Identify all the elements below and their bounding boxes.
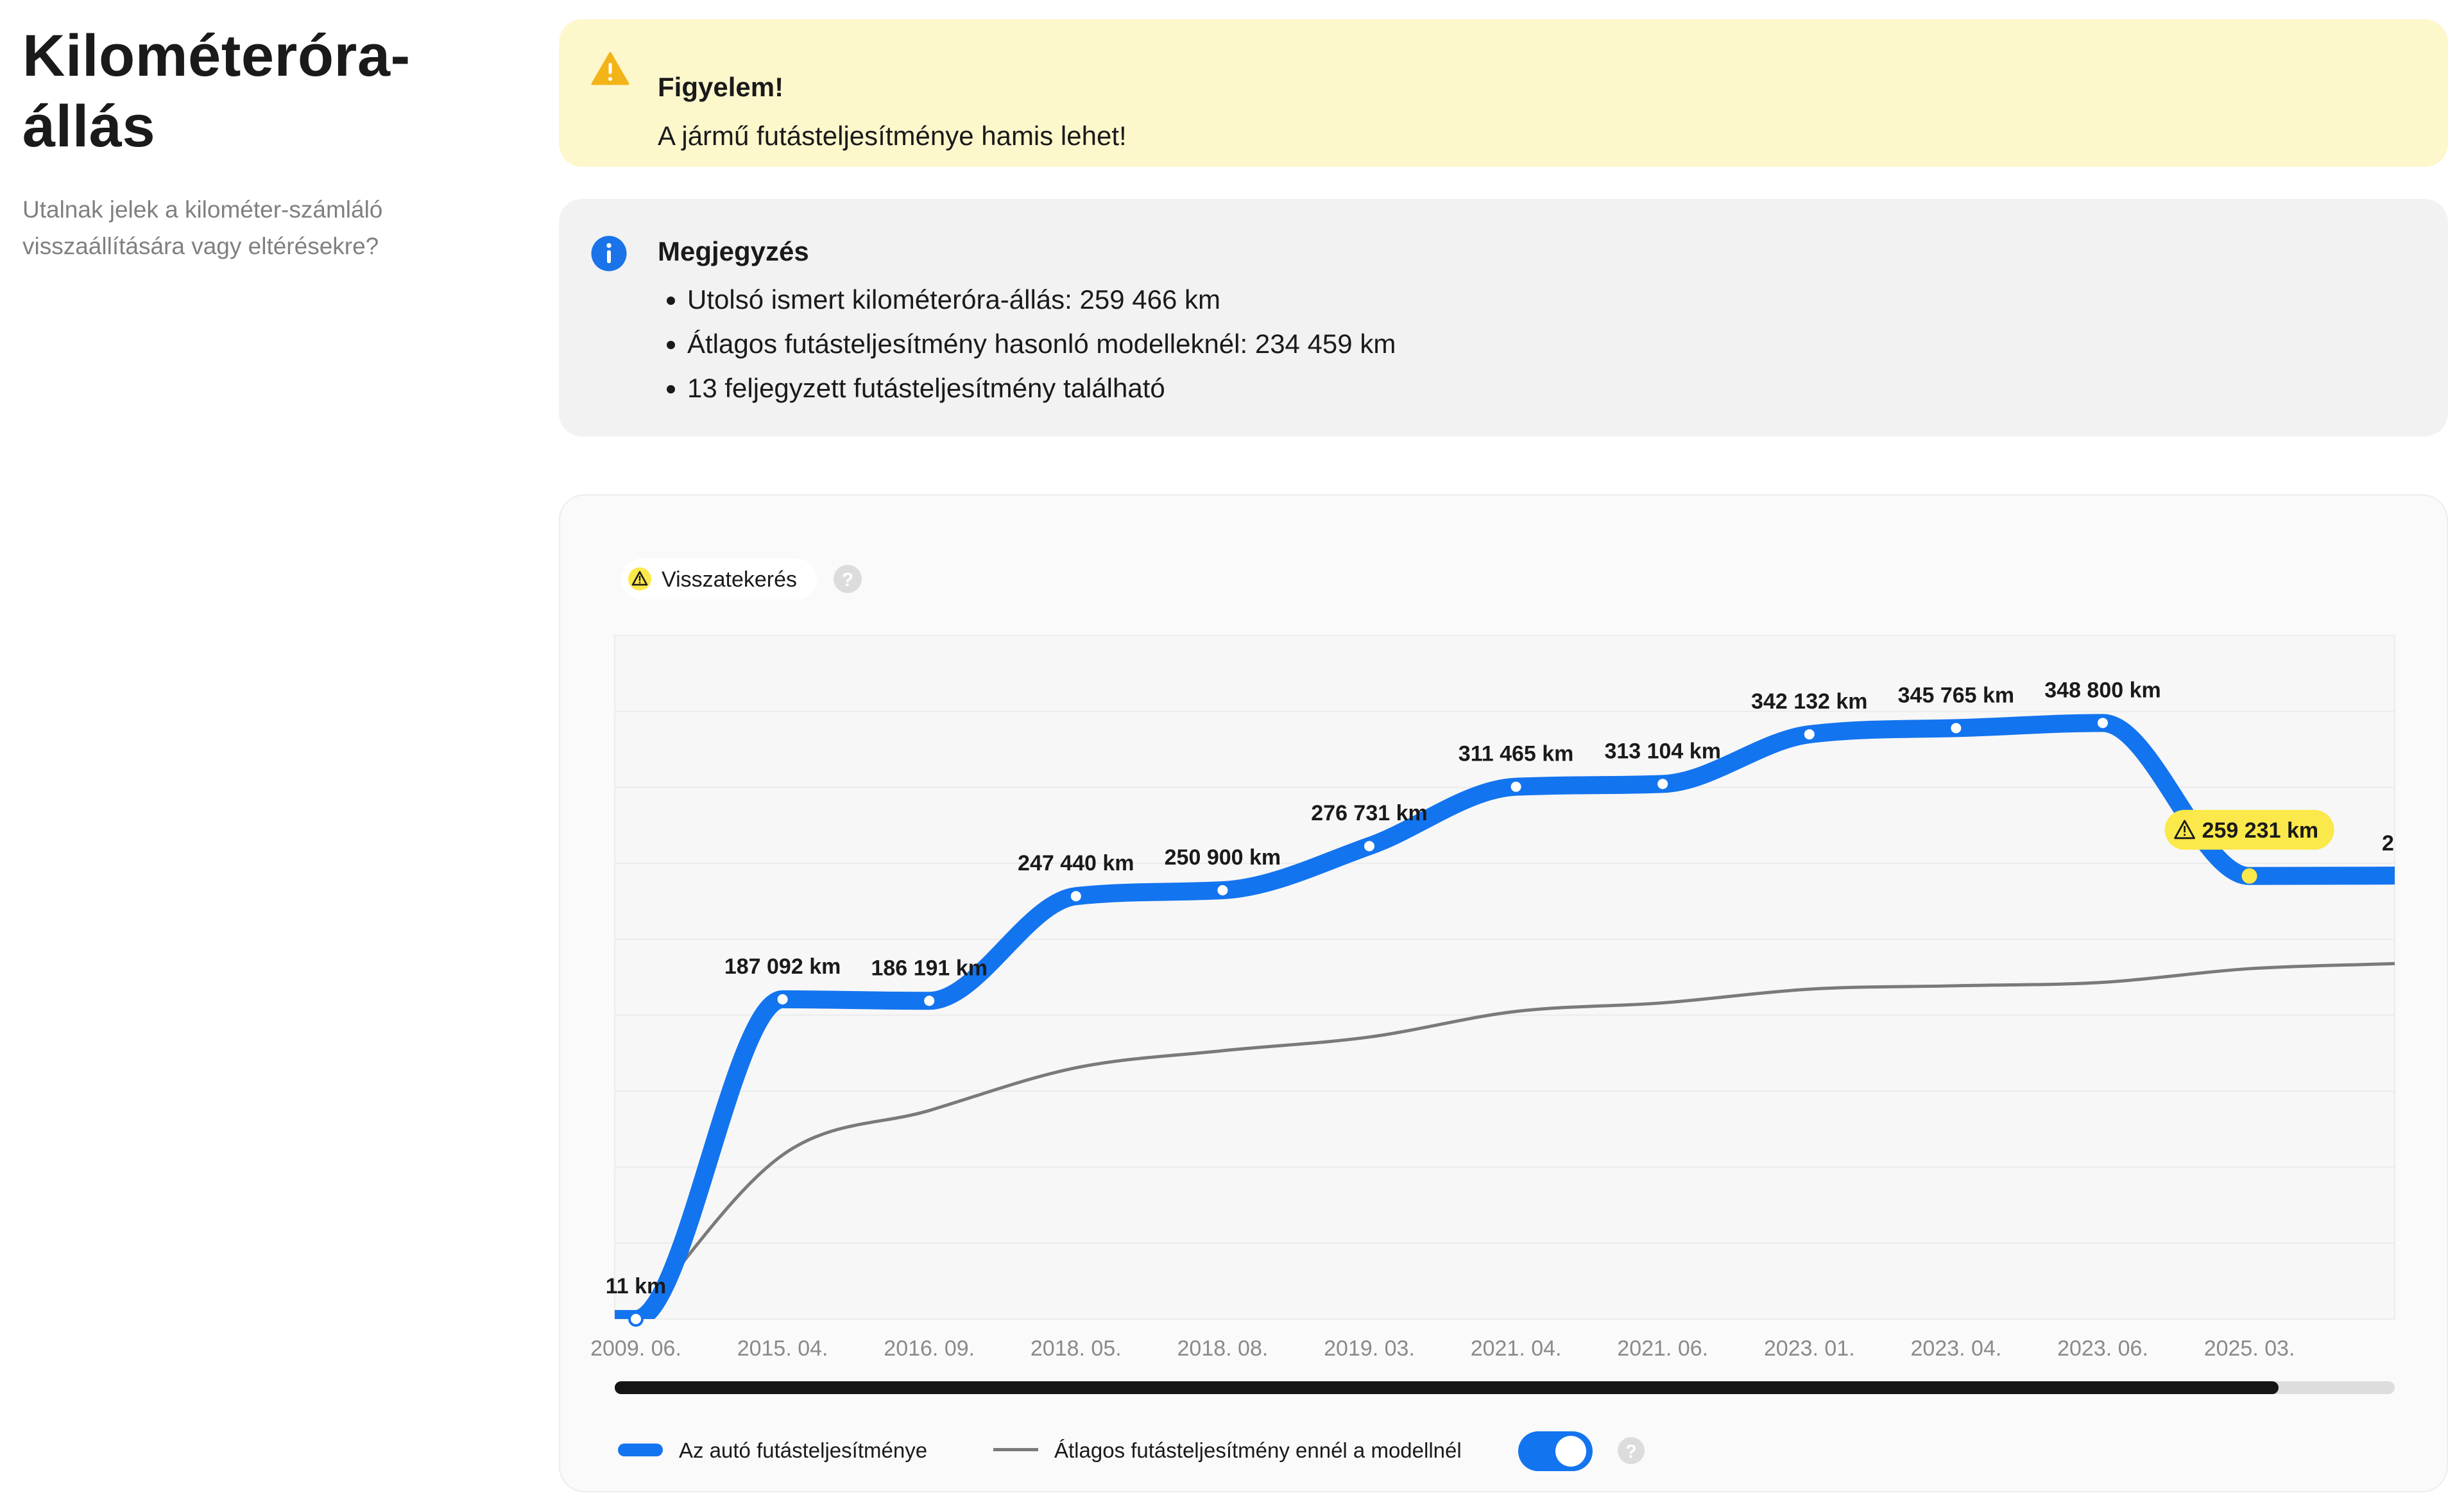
average-line-toggle[interactable] bbox=[1518, 1431, 1593, 1471]
warning-triangle-icon bbox=[628, 567, 651, 591]
warning-alert: Figyelem! A jármű futásteljesítménye ham… bbox=[559, 19, 2448, 167]
data-label: 247 440 km bbox=[1018, 851, 1134, 875]
note-box: Megjegyzés Utolsó ismert kilométeróra-ál… bbox=[559, 199, 2448, 436]
data-point[interactable] bbox=[1948, 720, 1964, 736]
mileage-chart-card: 11 km 187 092 km 186 191 km 247 440 km 250 9… bbox=[559, 494, 2448, 1492]
page-subtitle: Utalnak jelek a kilométer-számláló vissz… bbox=[22, 196, 383, 259]
info-circle-icon bbox=[591, 236, 627, 272]
page-title: Kilométeróra-állás bbox=[22, 23, 411, 159]
note-item: 13 feljegyzett futásteljesítmény találha… bbox=[687, 366, 1396, 410]
car-legend-swatch bbox=[618, 1444, 663, 1456]
data-label: 187 092 km bbox=[724, 954, 841, 979]
data-label: 342 132 km bbox=[1751, 689, 1868, 714]
x-tick-label: 2018. 08. bbox=[1177, 1336, 1269, 1361]
car-legend-label: Az autó futásteljesítménye bbox=[679, 1438, 927, 1462]
data-point[interactable] bbox=[2095, 715, 2110, 731]
rollback-legend-chip[interactable]: Visszatekerés bbox=[621, 558, 817, 599]
warning-triangle-icon bbox=[591, 52, 629, 85]
data-label: 345 765 km bbox=[1898, 683, 2015, 707]
data-label: 11 km bbox=[606, 1274, 667, 1298]
data-label: 311 465 km bbox=[1459, 742, 1574, 766]
rollback-chip-label: Visszatekerés bbox=[662, 567, 797, 592]
average-legend-swatch bbox=[993, 1448, 1038, 1451]
alert-text: A jármű futásteljesítménye hamis lehet! bbox=[658, 121, 1127, 151]
note-item: Utolsó ismert kilométeróra-állás: 259 46… bbox=[687, 277, 1396, 322]
x-tick-label: 2023. 06. bbox=[2057, 1336, 2148, 1361]
question-circle-icon[interactable]: ? bbox=[1618, 1437, 1645, 1464]
data-point[interactable] bbox=[921, 993, 937, 1009]
x-tick-label: 2018. 05. bbox=[1031, 1336, 1122, 1361]
x-tick-label: 2025. 03. bbox=[2204, 1336, 2295, 1361]
x-tick-label: 2015. 04. bbox=[737, 1336, 828, 1361]
data-point[interactable] bbox=[1801, 727, 1817, 743]
x-tick-label: 2023. 01. bbox=[1764, 1336, 1855, 1361]
x-tick-label: 2016. 09. bbox=[884, 1336, 975, 1361]
data-point[interactable] bbox=[1655, 776, 1671, 792]
rollback-data-label-text: 259 231 km bbox=[2202, 818, 2319, 843]
data-point[interactable] bbox=[628, 1311, 644, 1327]
data-label: 276 731 km bbox=[1311, 801, 1428, 825]
alert-title: Figyelem! bbox=[658, 72, 784, 102]
chart-scrollbar-thumb[interactable] bbox=[615, 1381, 2279, 1394]
note-title: Megjegyzés bbox=[658, 236, 809, 266]
data-point[interactable] bbox=[1362, 838, 1377, 854]
average-legend-label: Átlagos futásteljesítmény ennél a modell… bbox=[1054, 1438, 1462, 1462]
data-label: 313 104 km bbox=[1604, 739, 1721, 763]
question-circle-icon[interactable]: ? bbox=[834, 565, 862, 593]
data-label: 186 191 km bbox=[871, 956, 988, 980]
x-tick-label: 2023. 04. bbox=[1911, 1336, 2002, 1361]
x-tick-label: 2009. 06. bbox=[590, 1336, 681, 1361]
rollback-data-label[interactable]: 259 231 km bbox=[2164, 809, 2334, 850]
data-point[interactable] bbox=[1068, 888, 1084, 904]
data-point[interactable] bbox=[774, 991, 791, 1007]
svg-text:?: ? bbox=[842, 569, 853, 591]
x-tick-label: 2019. 03. bbox=[1324, 1336, 1415, 1361]
data-point[interactable] bbox=[1215, 882, 1231, 898]
data-label: 348 800 km bbox=[2044, 678, 2161, 702]
trailing-data-label: 2 bbox=[2382, 831, 2394, 856]
note-item: Átlagos futásteljesítmény hasonló modell… bbox=[687, 322, 1396, 366]
note-list: Utolsó ismert kilométeróra-állás: 259 46… bbox=[658, 277, 1396, 410]
svg-text:?: ? bbox=[1625, 1442, 1637, 1462]
mileage-chart: 11 km 187 092 km 186 191 km 247 440 km 250 9… bbox=[590, 558, 2395, 1471]
data-label: 250 900 km bbox=[1165, 845, 1281, 870]
data-point[interactable] bbox=[2241, 868, 2257, 884]
x-tick-label: 2021. 06. bbox=[1617, 1336, 1708, 1361]
x-tick-label: 2021. 04. bbox=[1471, 1336, 1562, 1361]
data-point[interactable] bbox=[1508, 779, 1524, 795]
